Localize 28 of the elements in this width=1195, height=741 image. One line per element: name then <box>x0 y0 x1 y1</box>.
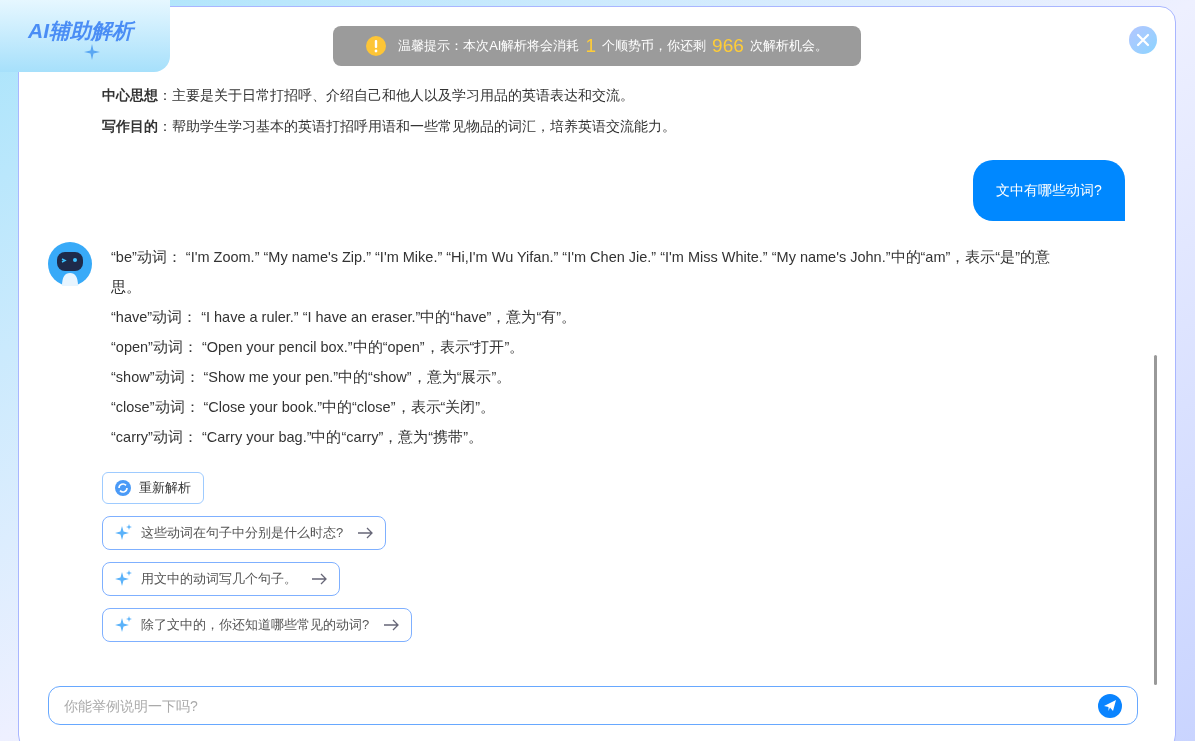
answer-text: “close”动词： “Close your book.”中的“close”，表示“关闭”。 <box>111 398 497 417</box>
answer-text: “be”动词： “I'm Zoom.” “My name's Zip.” “I'm Mike.” “Hi,I'm Wu Yifan.” “I'm Chen Jie.” “I'm Miss White.” “My name's John.”中的“am”，表示“是”的意思。 <box>111 248 1051 297</box>
suggestion-button[interactable]: 除了文中的，你还知道哪些常见的动词? <box>102 608 413 642</box>
answer-text: “open”动词： “Open your pencil box.”中的“open”，表示“打开”。 <box>111 338 526 357</box>
arrow-right-icon <box>357 527 374 539</box>
summary-text: 中心思想：主要是关于日常打招呼、介绍自己和他人以及学习用品的英语表达和交流。 <box>102 86 635 105</box>
robot-avatar-icon <box>48 242 92 286</box>
refresh-icon <box>115 480 131 496</box>
notice-text: 次解析机会。 <box>749 37 828 56</box>
message-input[interactable]: 你能举例说明一下吗? <box>48 686 1138 725</box>
send-icon <box>1103 699 1117 713</box>
warning-icon <box>366 36 387 56</box>
user-message: 文中有哪些动词? <box>973 160 1125 221</box>
sparkle-icon <box>84 44 100 60</box>
coin-cost: 1 <box>585 33 597 58</box>
answer-text: “have”动词： “I have a ruler.” “I have an eraser.”中的“have”，意为“有”。 <box>111 308 578 327</box>
arrow-right-icon <box>383 619 400 631</box>
close-icon <box>1136 33 1150 47</box>
suggestion-button[interactable]: 用文中的动词写几个句子。 <box>102 562 340 596</box>
summary-text: 写作目的：帮助学生学习基本的英语打招呼用语和一些常见物品的词汇，培养英语交流能力。 <box>102 117 676 136</box>
answer-text: “show”动词： “Show me your pen.”中的“show”，意为“展示”。 <box>111 368 513 387</box>
notice-text: 个顺势币，你还剩 <box>602 37 707 56</box>
remaining-count: 966 <box>712 33 744 58</box>
arrow-right-icon <box>311 573 327 585</box>
notice-text: 温馨提示：本次AI解析将会消耗 <box>398 37 580 56</box>
regenerate-button[interactable]: 重新解析 <box>102 472 204 504</box>
answer-text: “carry”动词： “Carry your bag.”中的“carry”，意为“携带”。 <box>111 428 485 447</box>
suggestion-button[interactable]: 这些动词在句子中分别是什么时态? <box>102 516 387 550</box>
